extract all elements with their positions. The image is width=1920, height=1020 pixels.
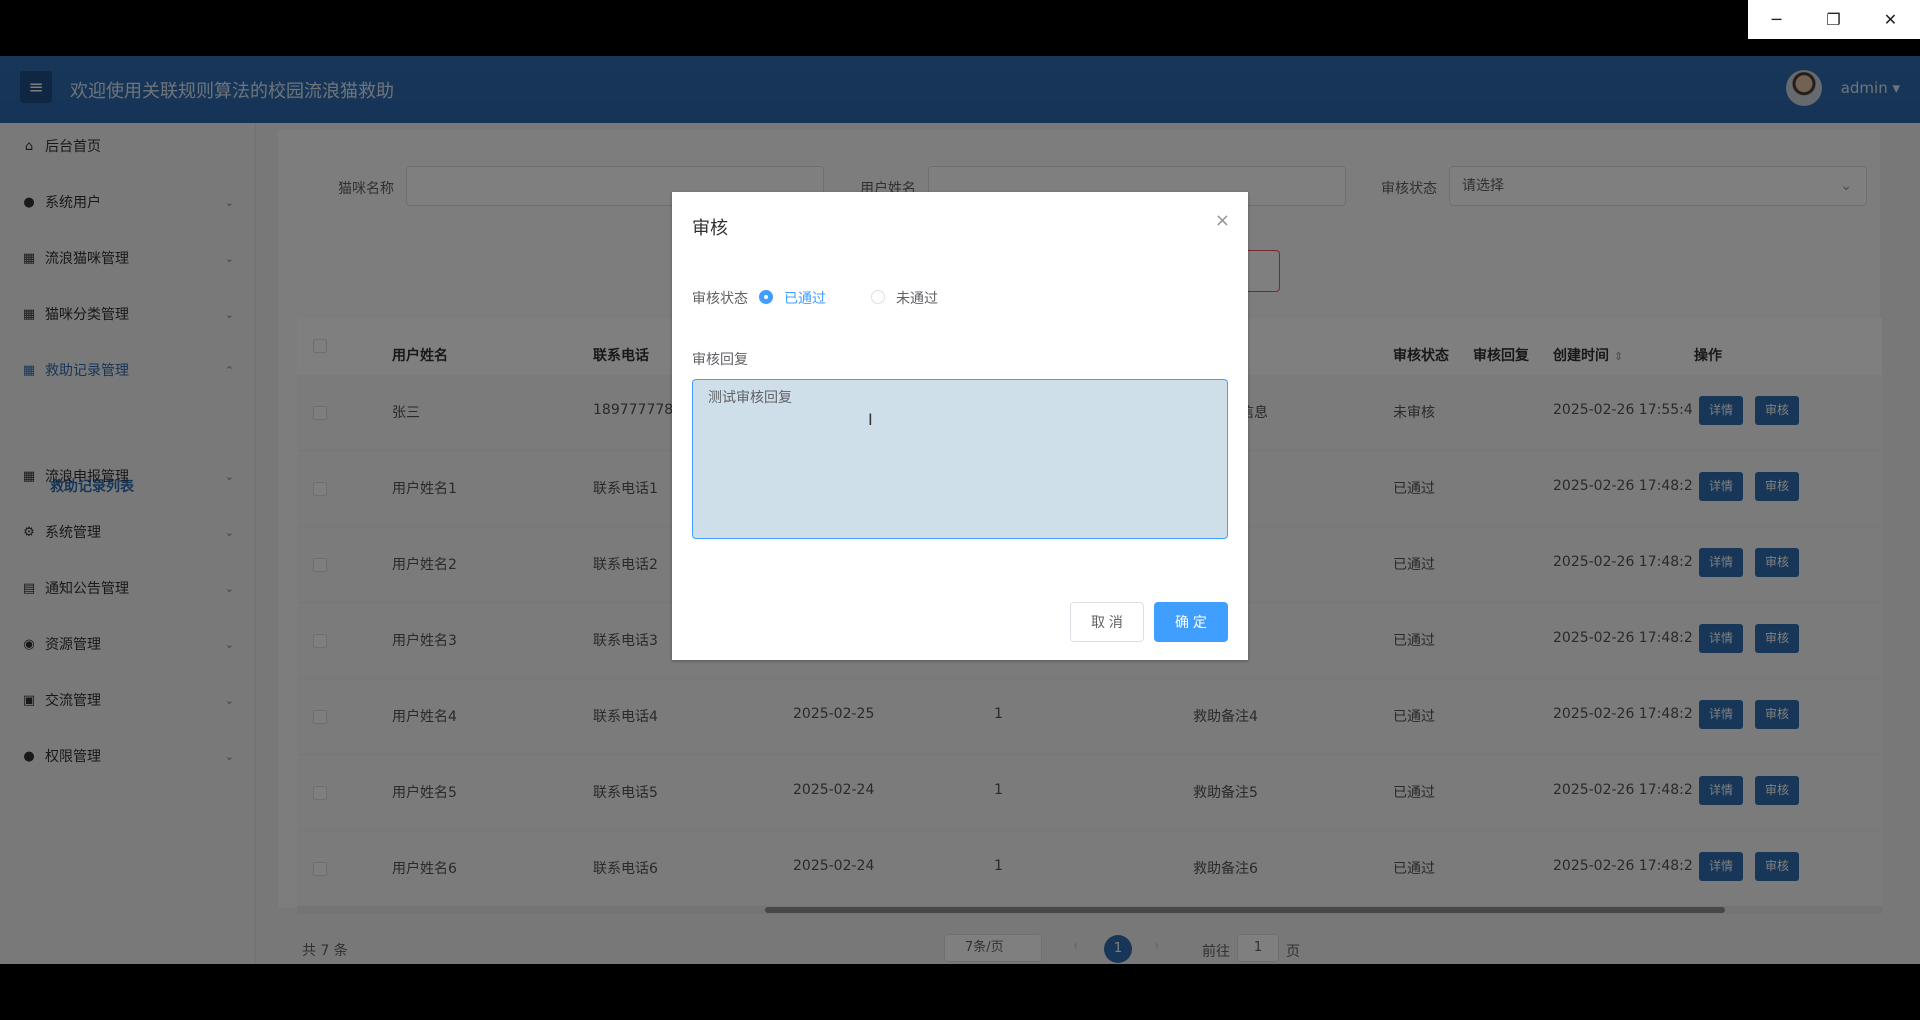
- radio-pass-label[interactable]: 已通过: [784, 288, 826, 308]
- audit-dialog: 审核 × 审核状态 已通过 未通过 审核回复 I 取 消 确 定: [672, 192, 1248, 660]
- audit-status-label: 审核状态: [692, 291, 748, 307]
- radio-fail-label[interactable]: 未通过: [896, 288, 938, 308]
- window-controls: ─ ❐ ✕: [1748, 0, 1920, 39]
- cancel-button[interactable]: 取 消: [1070, 602, 1144, 642]
- close-icon[interactable]: ×: [1215, 210, 1230, 231]
- close-window-icon[interactable]: ✕: [1862, 0, 1919, 39]
- radio-pass[interactable]: [759, 290, 773, 304]
- minimize-icon[interactable]: ─: [1748, 0, 1805, 39]
- audit-reply-textarea[interactable]: [692, 379, 1228, 539]
- window-titlebar: ─ ❐ ✕: [0, 0, 1920, 56]
- text-cursor-icon: I: [868, 410, 873, 429]
- audit-reply-label: 审核回复: [692, 352, 748, 368]
- dialog-title: 审核: [692, 218, 728, 239]
- confirm-button[interactable]: 确 定: [1154, 602, 1228, 642]
- radio-fail[interactable]: [871, 290, 885, 304]
- restore-icon[interactable]: ❐: [1805, 0, 1862, 39]
